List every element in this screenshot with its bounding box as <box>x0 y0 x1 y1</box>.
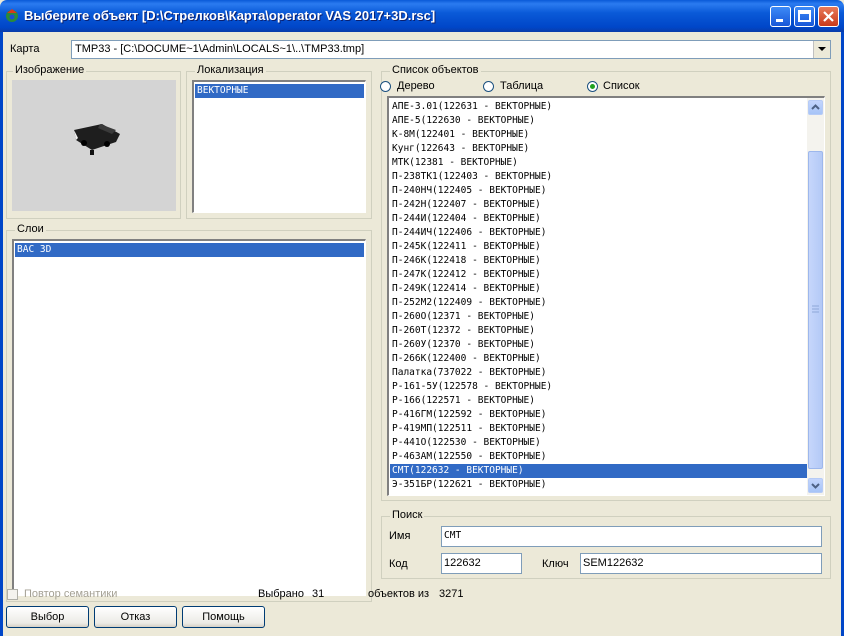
chevron-up-icon <box>811 104 820 110</box>
object-list-item[interactable]: П-249К(122414 - ВЕКТОРНЫЕ) <box>390 282 808 296</box>
object-list-item[interactable]: П-247К(122412 - ВЕКТОРНЫЕ) <box>390 268 808 282</box>
object-list-item[interactable]: П-252М2(122409 - ВЕКТОРНЫЕ) <box>390 296 808 310</box>
object-list-item[interactable]: Р-463АМ(122550 - ВЕКТОРНЫЕ) <box>390 450 808 464</box>
repeat-semantics-checkbox[interactable] <box>7 589 18 600</box>
code-field[interactable]: 122632 <box>441 553 522 574</box>
chevron-down-icon <box>811 483 820 489</box>
object-list-item[interactable]: Р-441О(122530 - ВЕКТОРНЫЕ) <box>390 436 808 450</box>
key-field[interactable]: SEM122632 <box>580 553 822 574</box>
selected-label: Выбрано <box>258 588 304 600</box>
code-label: Код <box>389 558 408 570</box>
object-list-group-title: Список объектов <box>390 64 481 76</box>
scroll-down-button[interactable] <box>808 478 823 493</box>
vehicle-preview-icon <box>74 124 120 155</box>
layers-group-title: Слои <box>15 223 46 235</box>
map-dropdown-button[interactable] <box>813 41 830 58</box>
view-tree-radio[interactable] <box>380 81 391 92</box>
object-list-scrollbar[interactable] <box>807 98 824 495</box>
view-list-radio[interactable] <box>587 81 598 92</box>
cancel-button[interactable]: Отказ <box>94 606 177 628</box>
object-list-item[interactable]: Р-161-5У(122578 - ВЕКТОРНЫЕ) <box>390 380 808 394</box>
object-list-item[interactable]: П-260У(12370 - ВЕКТОРНЫЕ) <box>390 338 808 352</box>
name-field[interactable]: СМТ <box>441 526 822 547</box>
localization-list[interactable]: ВЕКТОРНЫЕ <box>192 80 366 213</box>
object-list-item[interactable]: П-244ИЧ(122406 - ВЕКТОРНЫЕ) <box>390 226 808 240</box>
chevron-down-icon <box>818 47 826 51</box>
object-list-item[interactable]: П-242Н(122407 - ВЕКТОРНЫЕ) <box>390 198 808 212</box>
map-label: Карта <box>10 43 40 55</box>
object-list-item[interactable]: П-260О(12371 - ВЕКТОРНЫЕ) <box>390 310 808 324</box>
object-list-item[interactable]: П-238ТК1(122403 - ВЕКТОРНЫЕ) <box>390 170 808 184</box>
view-table-label[interactable]: Таблица <box>500 80 543 92</box>
app-icon <box>4 7 20 23</box>
objects-of-label: объектов из <box>368 588 430 600</box>
object-list-item[interactable]: МТК(12381 - ВЕКТОРНЫЕ) <box>390 156 808 170</box>
object-preview <box>12 80 176 211</box>
view-list-label[interactable]: Список <box>603 80 640 92</box>
object-list-item[interactable]: П-266К(122400 - ВЕКТОРНЫЕ) <box>390 352 808 366</box>
selected-count: 31 <box>312 588 325 600</box>
map-select[interactable]: TMP33 - [C:\DOCUME~1\Admin\LOCALS~1\..\T… <box>71 40 831 59</box>
object-list-item[interactable]: Р-416ГМ(122592 - ВЕКТОРНЫЕ) <box>390 408 808 422</box>
object-list-item[interactable]: Палатка(737022 - ВЕКТОРНЫЕ) <box>390 366 808 380</box>
localization-group-title: Локализация <box>195 64 266 76</box>
object-list-item[interactable]: П-244И(122404 - ВЕКТОРНЫЕ) <box>390 212 808 226</box>
map-select-value: TMP33 - [C:\DOCUME~1\Admin\LOCALS~1\..\T… <box>75 43 365 55</box>
localization-item[interactable]: ВЕКТОРНЫЕ <box>195 84 364 98</box>
minimize-button[interactable] <box>770 6 791 27</box>
object-list-rows: АПЕ-3.01(122631 - ВЕКТОРНЫЕ) АПЕ-5(122630… <box>390 100 808 492</box>
choose-button[interactable]: Выбор <box>6 606 89 628</box>
key-label: Ключ <box>542 558 569 570</box>
object-list-item[interactable]: П-260Т(12372 - ВЕКТОРНЫЕ) <box>390 324 808 338</box>
object-list-item[interactable]: АПЕ-3.01(122631 - ВЕКТОРНЫЕ) <box>390 100 808 114</box>
close-button[interactable] <box>818 6 839 27</box>
repeat-semantics-label: Повтор семантики <box>24 588 118 600</box>
search-group-title: Поиск <box>390 509 425 521</box>
maximize-icon <box>798 10 811 22</box>
object-list[interactable]: АПЕ-3.01(122631 - ВЕКТОРНЫЕ) АПЕ-5(122630… <box>387 96 825 496</box>
total-count: 3271 <box>439 588 464 600</box>
object-list-item[interactable]: П-245К(122411 - ВЕКТОРНЫЕ) <box>390 240 808 254</box>
object-list-item[interactable]: Кунг(122643 - ВЕКТОРНЫЕ) <box>390 142 808 156</box>
layers-list[interactable]: ВАС 3D <box>12 239 366 596</box>
object-list-item[interactable]: К-8М(122401 - ВЕКТОРНЫЕ) <box>390 128 808 142</box>
name-label: Имя <box>389 530 411 542</box>
window-title: Выберите объект [D:\Стрелков\Карта\opera… <box>24 8 436 23</box>
image-group-title: Изображение <box>13 64 87 76</box>
layer-item[interactable]: ВАС 3D <box>15 243 364 257</box>
view-table-radio[interactable] <box>483 81 494 92</box>
object-list-item[interactable]: П-246К(122418 - ВЕКТОРНЫЕ) <box>390 254 808 268</box>
maximize-button[interactable] <box>794 6 815 27</box>
help-button[interactable]: Помощь <box>182 606 265 628</box>
view-tree-label[interactable]: Дерево <box>397 80 435 92</box>
object-list-item[interactable]: Э-351БР(122621 - ВЕКТОРНЫЕ) <box>390 478 808 492</box>
object-list-item[interactable]: Р-166(122571 - ВЕКТОРНЫЕ) <box>390 394 808 408</box>
object-list-item[interactable]: П-240НЧ(122405 - ВЕКТОРНЫЕ) <box>390 184 808 198</box>
scroll-up-button[interactable] <box>808 100 823 115</box>
grip-icon <box>812 305 819 313</box>
object-list-item[interactable]: Р-419МП(122511 - ВЕКТОРНЫЕ) <box>390 422 808 436</box>
minimize-icon <box>776 19 783 22</box>
object-list-item[interactable]: АПЕ-5(122630 - ВЕКТОРНЫЕ) <box>390 114 808 128</box>
object-list-item[interactable]: СМТ(122632 - ВЕКТОРНЫЕ) <box>390 464 808 478</box>
scroll-thumb[interactable] <box>808 151 823 469</box>
close-icon <box>823 11 834 22</box>
